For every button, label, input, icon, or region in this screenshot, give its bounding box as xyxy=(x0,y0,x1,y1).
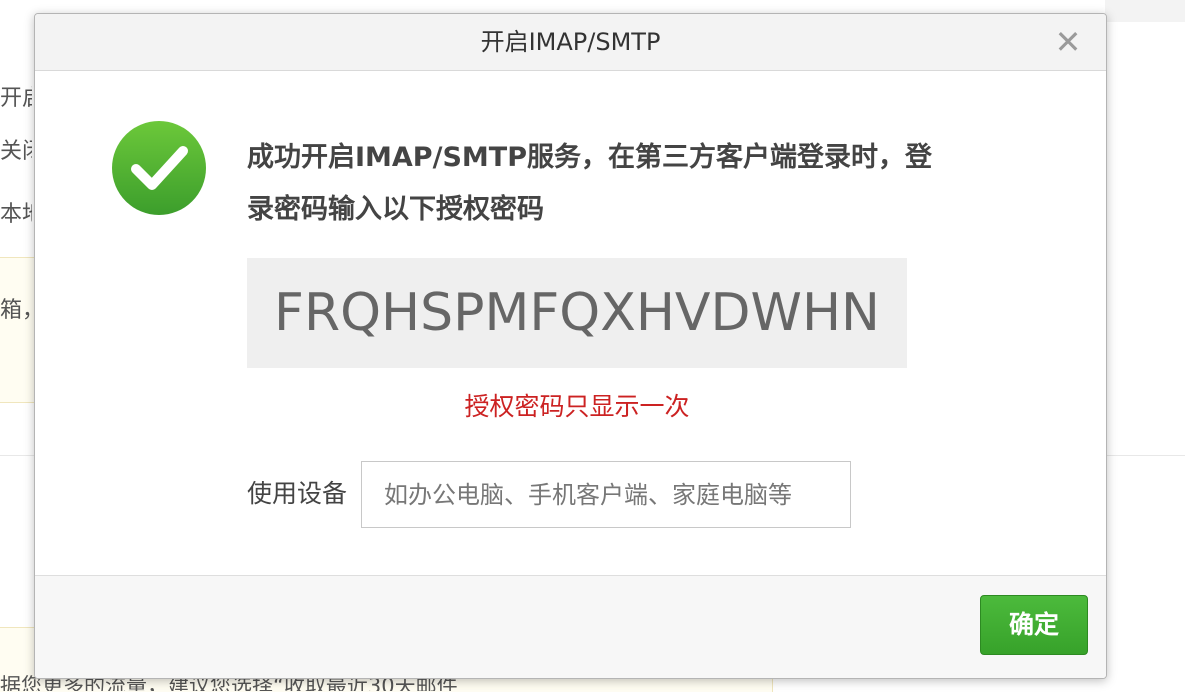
background-text-mailbox: 箱， xyxy=(0,298,32,323)
dialog-title: 开启IMAP/SMTP xyxy=(480,28,661,56)
check-circle-icon xyxy=(112,121,206,215)
auth-code-box: FRQHSPMFQXHVDWHN xyxy=(247,258,907,368)
auth-code-warning: 授权密码只显示一次 xyxy=(464,392,690,421)
dialog-footer: 确定 xyxy=(35,575,1106,678)
confirm-button[interactable]: 确定 xyxy=(980,595,1088,655)
background-top-bar xyxy=(1105,0,1185,22)
background-text-local: 本地 xyxy=(0,202,32,227)
background-text-open: 开启 xyxy=(0,86,32,111)
background-text-close: 关闭 xyxy=(0,139,32,164)
auth-code: FRQHSPMFQXHVDWHN xyxy=(274,283,880,343)
dialog-header: 开启IMAP/SMTP ✕ xyxy=(35,14,1106,71)
success-message: 成功开启IMAP/SMTP服务，在第三方客户端登录时，登录密码输入以下授权密码 xyxy=(247,142,932,225)
close-icon[interactable]: ✕ xyxy=(1054,26,1082,58)
device-input[interactable] xyxy=(361,461,851,528)
background-notice-box: 箱， xyxy=(0,257,36,403)
imap-smtp-dialog: 开启IMAP/SMTP ✕ 成功开启IMAP/SMTP服务，在第三方客户端登录时… xyxy=(34,13,1107,679)
device-label: 使用设备 xyxy=(247,479,348,508)
